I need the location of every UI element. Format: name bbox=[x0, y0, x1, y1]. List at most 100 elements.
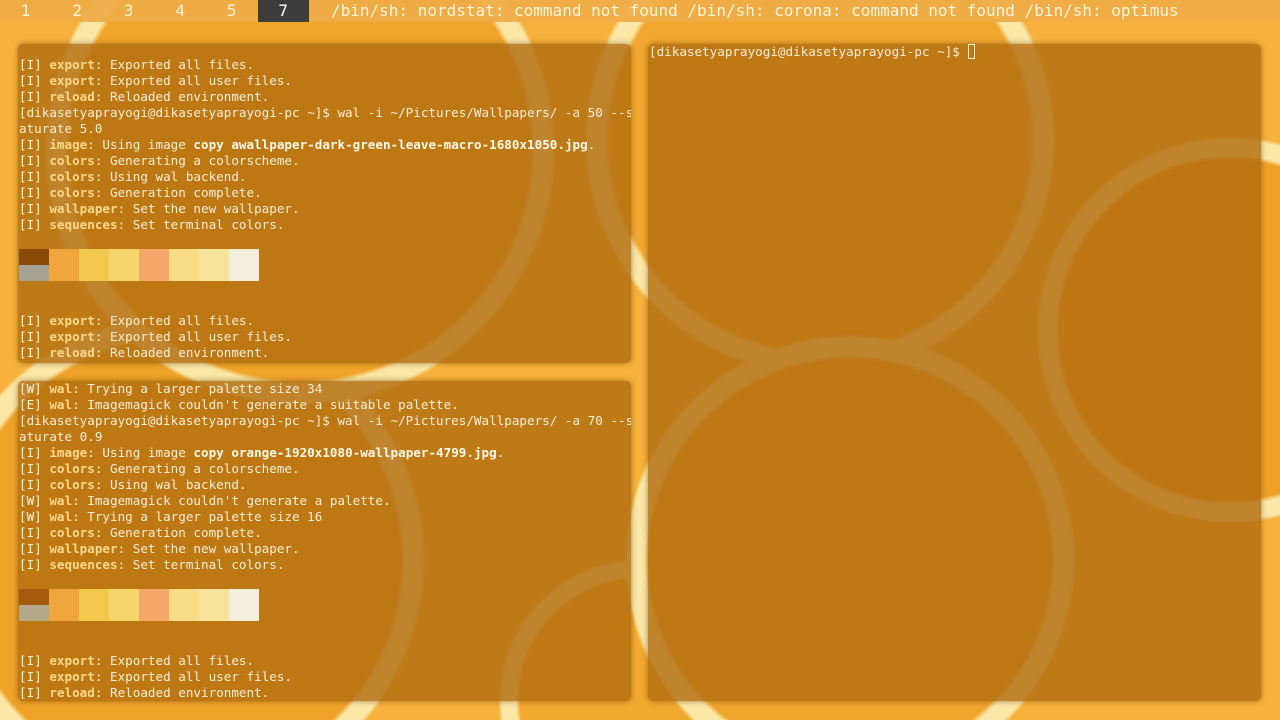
terminal-line: [I] export: Exported all files. bbox=[19, 57, 631, 73]
log-filename: copy awallpaper-dark-green-leave-macro-1… bbox=[193, 137, 588, 152]
workspace-7-button[interactable]: 7 bbox=[257, 0, 309, 22]
log-message: : Exported all user files. bbox=[94, 669, 292, 684]
log-level-tag: [I] bbox=[19, 345, 50, 360]
terminal-line: [I] image: Using image copy awallpaper-d… bbox=[19, 137, 631, 153]
color-swatch bbox=[19, 589, 49, 605]
log-module: wal bbox=[49, 509, 73, 524]
log-module: export bbox=[49, 313, 95, 328]
color-swatch bbox=[49, 605, 79, 621]
log-level-tag: [I] bbox=[19, 313, 50, 328]
log-level-tag: [I] bbox=[19, 541, 50, 556]
log-level-tag: [I] bbox=[19, 57, 50, 72]
log-module: colors bbox=[49, 169, 95, 184]
color-swatch bbox=[169, 265, 199, 281]
log-message-end: . bbox=[496, 445, 505, 460]
log-message: : Using wal backend. bbox=[94, 169, 247, 184]
log-message: : Reloaded environment. bbox=[94, 89, 270, 104]
log-message: : Reloaded environment. bbox=[94, 345, 270, 360]
log-message: : Generating a colorscheme. bbox=[94, 153, 300, 168]
workspace-1-button[interactable]: 1 bbox=[0, 0, 52, 22]
terminal-line: [I] export: Exported all files. bbox=[19, 313, 631, 329]
log-module: export bbox=[49, 73, 95, 88]
log-module: colors bbox=[49, 525, 95, 540]
color-swatch bbox=[109, 589, 139, 605]
terminal-line: [I] colors: Generating a colorscheme. bbox=[19, 153, 631, 169]
log-module: wallpaper bbox=[49, 541, 118, 556]
log-module: wal bbox=[49, 397, 73, 412]
log-level-tag: [I] bbox=[19, 185, 50, 200]
log-module: wal bbox=[49, 493, 73, 508]
terminal-line: [dikasetyaprayogi@dikasetyaprayogi-pc ~]… bbox=[19, 105, 631, 121]
log-module: export bbox=[49, 653, 95, 668]
color-swatch bbox=[139, 605, 169, 621]
terminal-line: [E] wal: Imagemagick couldn't generate a… bbox=[19, 397, 631, 413]
color-swatch bbox=[79, 265, 109, 281]
terminal-line: [dikasetyaprayogi@dikasetyaprayogi-pc ~]… bbox=[649, 44, 1261, 60]
workspace-2-button[interactable]: 2 bbox=[52, 0, 104, 22]
log-message: : Using image bbox=[87, 445, 194, 460]
log-message: : Trying a larger palette size 16 bbox=[72, 509, 323, 524]
log-level-tag: [I] bbox=[19, 201, 50, 216]
log-message: : Trying a larger palette size 34 bbox=[72, 381, 323, 396]
log-level-tag: [E] bbox=[19, 397, 50, 412]
workspace-5-button[interactable]: 5 bbox=[206, 0, 258, 22]
terminal-line: [I] export: Exported all user files. bbox=[19, 73, 631, 89]
log-message: : Using wal backend. bbox=[94, 477, 247, 492]
color-palette bbox=[19, 589, 259, 621]
log-message: : Set the new wallpaper. bbox=[117, 541, 300, 556]
terminal-line: [I] export: Exported all files. bbox=[19, 653, 631, 669]
log-level-tag: [I] bbox=[19, 685, 50, 700]
terminal-bottom-left[interactable]: [W] wal: Trying a larger palette size 34… bbox=[18, 381, 631, 701]
line-text: [dikasetyaprayogi@dikasetyaprayogi-pc ~]… bbox=[19, 413, 631, 428]
terminal-line: [I] reload: Reloaded environment. bbox=[19, 685, 631, 701]
terminal-line: [W] wal: Imagemagick couldn't generate a… bbox=[19, 493, 631, 509]
bar-status-text: /bin/sh: nordstat: command not found /bi… bbox=[331, 1, 1179, 20]
log-message: : Exported all user files. bbox=[94, 73, 292, 88]
log-message: : Generating a colorscheme. bbox=[94, 461, 300, 476]
color-swatch bbox=[49, 249, 79, 265]
top-bar: 123457 /bin/sh: nordstat: command not fo… bbox=[0, 0, 1280, 22]
color-swatch bbox=[229, 265, 259, 281]
line-text: [dikasetyaprayogi@dikasetyaprayogi-pc ~]… bbox=[19, 361, 353, 363]
terminal-line: aturate 0.9 bbox=[19, 429, 631, 445]
workspace-4-button[interactable]: 4 bbox=[155, 0, 207, 22]
log-message: : Exported all user files. bbox=[94, 329, 292, 344]
color-swatch bbox=[49, 265, 79, 281]
terminal-line: [I] colors: Generation complete. bbox=[19, 525, 631, 541]
line-text: [dikasetyaprayogi@dikasetyaprayogi-pc ~]… bbox=[19, 105, 631, 120]
color-swatch bbox=[199, 265, 229, 281]
terminal-line: [W] wal: Trying a larger palette size 34 bbox=[19, 381, 631, 397]
terminal-line: [I] colors: Using wal backend. bbox=[19, 169, 631, 185]
workspace-3-button[interactable]: 3 bbox=[103, 0, 155, 22]
terminal-line: [I] export: Exported all user files. bbox=[19, 329, 631, 345]
color-swatch bbox=[199, 589, 229, 605]
terminal-right[interactable]: [dikasetyaprayogi@dikasetyaprayogi-pc ~]… bbox=[648, 44, 1261, 701]
terminal-line: [W] wal: Trying a larger palette size 16 bbox=[19, 509, 631, 525]
log-message: : Imagemagick couldn't generate a suitab… bbox=[72, 397, 459, 412]
workspace-list: 123457 bbox=[0, 0, 309, 22]
terminal-line: aturate 5.0 bbox=[19, 121, 631, 137]
line-text: [dikasetyaprayogi@dikasetyaprayogi-pc ~]… bbox=[649, 44, 968, 59]
log-level-tag: [I] bbox=[19, 461, 50, 476]
terminal-line: [I] colors: Generating a colorscheme. bbox=[19, 461, 631, 477]
color-swatch bbox=[199, 605, 229, 621]
terminal-top-left[interactable]: [I] export: Exported all files. [I] expor… bbox=[18, 44, 631, 363]
color-swatch bbox=[79, 605, 109, 621]
log-message-end: . bbox=[587, 137, 596, 152]
log-module: wal bbox=[49, 381, 73, 396]
color-swatch bbox=[79, 249, 109, 265]
log-module: reload bbox=[49, 89, 95, 104]
log-message: : Exported all files. bbox=[94, 313, 255, 328]
log-message: : Exported all files. bbox=[94, 653, 255, 668]
terminal-line: [dikasetyaprayogi@dikasetyaprayogi-pc ~]… bbox=[19, 413, 631, 429]
log-module: colors bbox=[49, 185, 95, 200]
log-message: : Exported all files. bbox=[94, 57, 255, 72]
log-level-tag: [I] bbox=[19, 669, 50, 684]
log-level-tag: [W] bbox=[19, 493, 50, 508]
log-module: export bbox=[49, 57, 95, 72]
